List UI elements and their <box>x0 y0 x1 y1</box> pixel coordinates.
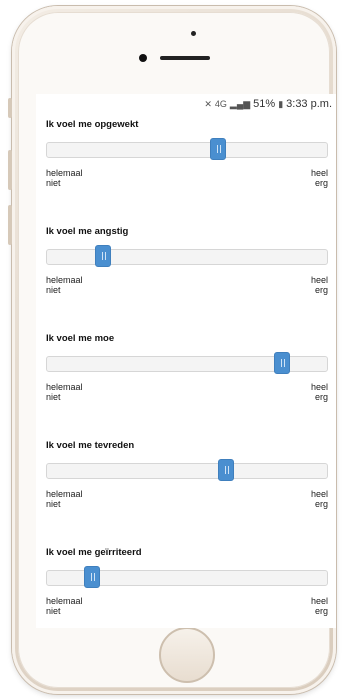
scale-low-line2: niet <box>46 392 61 402</box>
slider-handle[interactable] <box>95 245 111 267</box>
slider-handle[interactable] <box>218 459 235 481</box>
scale-low-label: helemaal niet <box>46 382 83 402</box>
scale-high-line1: heel <box>310 382 328 392</box>
mute-icon: ✕ <box>204 98 212 109</box>
scale-low-line2: niet <box>46 178 61 188</box>
question-item: Ik voel me opgewekt helemaal niet heel e… <box>46 118 328 188</box>
front-camera <box>191 31 196 36</box>
scale-low-label: helemaal niet <box>46 275 83 295</box>
scale-low-label: helemaal niet <box>46 168 83 188</box>
question-label: Ik voel me angstig <box>46 226 129 237</box>
question-label: Ik voel me moe <box>46 333 115 344</box>
scale-low-line1: helemaal <box>46 382 83 392</box>
slider-track[interactable] <box>46 352 328 374</box>
scale-labels: helemaal niet heel erg <box>46 168 328 188</box>
scale-high-label: heel erg <box>311 382 328 402</box>
scale-high-label: heel erg <box>311 168 328 188</box>
scale-labels: helemaal niet heel erg <box>46 489 328 509</box>
scale-labels: helemaal niet heel erg <box>46 275 328 295</box>
mute-switch <box>8 98 12 118</box>
slider-handle[interactable] <box>83 566 100 588</box>
slider-handle[interactable] <box>209 138 226 160</box>
volume-up-button <box>8 150 12 190</box>
question-item: Ik voel me tevreden helemaal niet heel e… <box>46 439 328 509</box>
clock: 3:33 p.m. <box>286 98 332 110</box>
scale-low-label: helemaal niet <box>46 596 83 616</box>
question-label: Ik voel me opgewekt <box>46 119 139 130</box>
home-button[interactable] <box>159 627 215 683</box>
battery-icon: ▮ <box>278 98 284 109</box>
scale-high-line2: erg <box>314 499 328 509</box>
question-label: Ik voel me tevreden <box>46 440 135 451</box>
speaker-grille <box>160 56 210 60</box>
status-bar: ✕ 4G ▂▄▆ 51% ▮ 3:33 p.m. <box>204 95 332 113</box>
scale-high-line1: heel <box>310 275 328 285</box>
scale-low-line1: helemaal <box>46 596 83 606</box>
scale-low-label: helemaal niet <box>46 489 83 509</box>
scale-low-line1: helemaal <box>46 275 83 285</box>
scale-low-line1: helemaal <box>46 168 83 178</box>
scale-high-label: heel erg <box>311 596 328 616</box>
app-screen: ✕ 4G ▂▄▆ 51% ▮ 3:33 p.m. Ik voel me opge… <box>36 94 336 628</box>
signal-icon: ▂▄▆ <box>229 98 251 109</box>
scale-low-line2: niet <box>46 606 61 616</box>
volume-down-button <box>8 205 12 245</box>
slider-track[interactable] <box>46 138 328 160</box>
scale-high-line1: heel <box>310 596 328 606</box>
scale-high-line2: erg <box>314 392 328 402</box>
4g-icon: 4G <box>214 99 227 109</box>
slider-track[interactable] <box>46 459 328 481</box>
question-label: Ik voel me geïrriteerd <box>46 547 142 558</box>
scale-high-line2: erg <box>314 285 328 295</box>
battery-level: 51% <box>253 98 276 110</box>
scale-high-line2: erg <box>314 178 328 188</box>
scale-high-line1: heel <box>310 489 328 499</box>
scale-high-label: heel erg <box>311 489 328 509</box>
scale-labels: helemaal niet heel erg <box>46 382 328 402</box>
scale-low-line2: niet <box>46 285 61 295</box>
slider-handle[interactable] <box>274 352 291 374</box>
sensor <box>139 54 147 62</box>
slider-track[interactable] <box>46 566 328 588</box>
scale-low-line1: helemaal <box>46 489 83 499</box>
question-item: Ik voel me geïrriteerd helemaal niet hee… <box>46 546 328 616</box>
scale-high-line1: heel <box>310 168 328 178</box>
scale-low-line2: niet <box>46 499 61 509</box>
slider-track[interactable] <box>46 245 328 267</box>
scale-labels: helemaal niet heel erg <box>46 596 328 616</box>
scale-high-line2: erg <box>314 606 328 616</box>
question-item: Ik voel me moe helemaal niet heel erg <box>46 332 328 402</box>
scale-high-label: heel erg <box>311 275 328 295</box>
question-item: Ik voel me angstig helemaal niet heel er… <box>46 225 328 295</box>
